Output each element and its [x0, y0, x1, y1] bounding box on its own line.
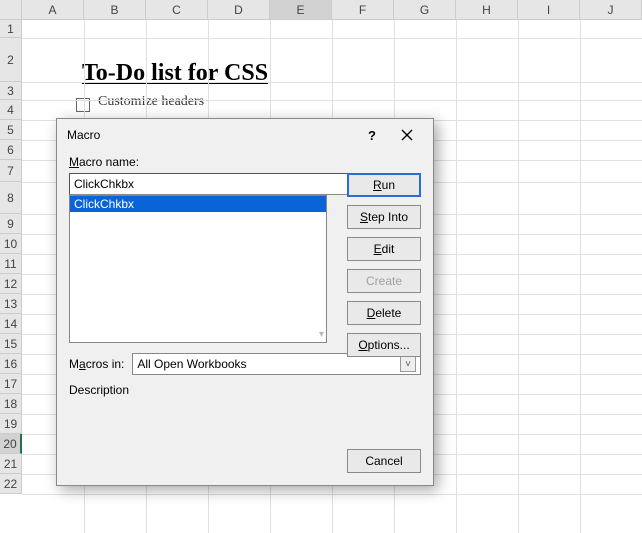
description-label: Description: [69, 383, 129, 397]
column-header-H[interactable]: H: [456, 0, 518, 20]
row-header-12[interactable]: 12: [0, 274, 22, 294]
step-into-button[interactable]: Step Into: [347, 205, 421, 229]
row-header-9[interactable]: 9: [0, 214, 22, 234]
row-header-5[interactable]: 5: [0, 120, 22, 140]
run-button[interactable]: Run: [347, 173, 421, 197]
row-header-10[interactable]: 10: [0, 234, 22, 254]
row-header-18[interactable]: 18: [0, 394, 22, 414]
dialog-title: Macro: [67, 128, 357, 142]
row-header-15[interactable]: 15: [0, 334, 22, 354]
column-header-C[interactable]: C: [146, 0, 208, 20]
macro-list-item[interactable]: ClickChkbx: [70, 196, 326, 212]
row-header-20[interactable]: 20: [0, 434, 22, 454]
row-header-22[interactable]: 22: [0, 474, 22, 494]
macros-in-label: Macros in:: [69, 357, 124, 371]
edit-button[interactable]: Edit: [347, 237, 421, 261]
row-header-6[interactable]: 6: [0, 140, 22, 160]
column-header-B[interactable]: B: [84, 0, 146, 20]
delete-button[interactable]: Delete: [347, 301, 421, 325]
row-header-19[interactable]: 19: [0, 414, 22, 434]
close-icon: [401, 129, 413, 141]
row-header-2[interactable]: 2: [0, 38, 22, 82]
row-header-21[interactable]: 21: [0, 454, 22, 474]
row-header-8[interactable]: 8: [0, 182, 22, 214]
close-button[interactable]: [387, 121, 427, 149]
row-header-14[interactable]: 14: [0, 314, 22, 334]
help-button[interactable]: ?: [357, 121, 387, 149]
description-area: [69, 405, 421, 445]
column-header-G[interactable]: G: [394, 0, 456, 20]
checkbox-1-label: Customize headers: [98, 94, 204, 110]
row-header-16[interactable]: 16: [0, 354, 22, 374]
create-button: Create: [347, 269, 421, 293]
select-all-corner[interactable]: [0, 0, 22, 20]
row-header-7[interactable]: 7: [0, 160, 22, 182]
column-header-J[interactable]: J: [580, 0, 642, 20]
column-header-D[interactable]: D: [208, 0, 270, 20]
macro-name-input[interactable]: [69, 173, 393, 195]
row-header-1[interactable]: 1: [0, 20, 22, 38]
row-header-4[interactable]: 4: [0, 100, 22, 120]
scroll-indicator-icon: ▾: [319, 329, 324, 340]
column-header-F[interactable]: F: [332, 0, 394, 20]
row-header-17[interactable]: 17: [0, 374, 22, 394]
cancel-button[interactable]: Cancel: [347, 449, 421, 473]
column-header-E[interactable]: E: [270, 0, 332, 20]
macro-dialog: Macro ? Macro name: ClickChkbx ▾ Macros i…: [56, 118, 434, 486]
dialog-titlebar[interactable]: Macro ?: [57, 119, 433, 151]
row-header-3[interactable]: 3: [0, 82, 22, 100]
row-header-11[interactable]: 11: [0, 254, 22, 274]
row-header-13[interactable]: 13: [0, 294, 22, 314]
options-button[interactable]: Options...: [347, 333, 421, 357]
chevron-down-icon: ˅: [400, 356, 416, 372]
column-header-I[interactable]: I: [518, 0, 580, 20]
macro-list[interactable]: ClickChkbx ▾: [69, 195, 327, 343]
row-headers: 12345678910111213141516171819202122: [0, 20, 22, 533]
column-header-A[interactable]: A: [22, 0, 84, 20]
macro-name-label: Macro name:: [69, 155, 139, 169]
column-headers: ABCDEFGHIJ: [22, 0, 642, 20]
macros-in-value: All Open Workbooks: [137, 357, 246, 371]
